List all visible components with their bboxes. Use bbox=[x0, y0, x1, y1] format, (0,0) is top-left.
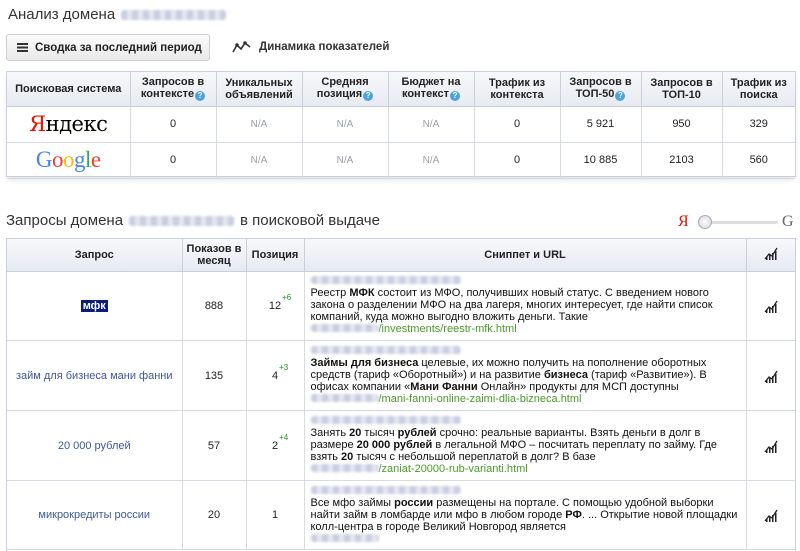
chart-icon[interactable] bbox=[764, 246, 778, 261]
graph-cell bbox=[746, 410, 795, 481]
blurred-snippet-title[interactable] bbox=[310, 485, 461, 494]
col-header-query: Запрос bbox=[7, 239, 183, 272]
query-link[interactable]: микрокредиты россии bbox=[38, 509, 150, 521]
col-header-top10: Запросов в ТОП-10 bbox=[641, 72, 723, 107]
chart-icon[interactable] bbox=[764, 299, 778, 313]
col-header-position: Позиция bbox=[246, 239, 305, 272]
snippet-text: Реестр МФК состоит из МФО, получивших но… bbox=[310, 287, 713, 324]
snippet-cell: Все мфо займы россии размещены на портал… bbox=[304, 480, 747, 550]
col-header-avg-position: Средняя позиция? bbox=[302, 72, 389, 107]
snippet-url[interactable]: /investments/reestr-mfk.html bbox=[310, 323, 740, 335]
blurred-snippet-title[interactable] bbox=[310, 346, 461, 354]
slider-track[interactable] bbox=[702, 221, 778, 224]
blurred-domain bbox=[121, 10, 227, 21]
query-link[interactable]: мфк bbox=[80, 299, 108, 312]
help-icon[interactable]: ? bbox=[450, 91, 461, 102]
summary-table: Поисковая система Запросов в контексте? … bbox=[6, 71, 796, 179]
col-header-unique-ads: Уникальных объявлений bbox=[216, 72, 303, 107]
snippet-url[interactable] bbox=[310, 533, 740, 545]
query-cell: займ для бизнеса мани фанни bbox=[7, 340, 183, 411]
position-cell: 1 bbox=[246, 480, 305, 550]
col-header-context-queries: Запросов в контексте? bbox=[130, 72, 217, 107]
col-header-engine: Поисковая система bbox=[7, 72, 131, 107]
slider-handle[interactable] bbox=[698, 215, 712, 229]
snippet-text: Занять 20 тысяч рублей срочно: реальные … bbox=[310, 427, 718, 463]
blurred-domain bbox=[310, 464, 379, 472]
snippet-url[interactable]: /zaniat-20000-rub-varianti.html bbox=[310, 463, 740, 475]
yandex-slider-label: Я bbox=[678, 213, 689, 230]
snippet-cell: Занять 20 тысяч рублей срочно: реальные … bbox=[304, 410, 747, 481]
blurred-snippet-title[interactable] bbox=[310, 276, 461, 285]
blurred-domain bbox=[310, 394, 379, 402]
google-slider-label: G bbox=[782, 213, 794, 230]
shows-cell: 57 bbox=[182, 410, 247, 481]
position-value: 1 bbox=[271, 509, 279, 521]
help-icon[interactable]: ? bbox=[615, 91, 626, 102]
help-icon[interactable]: ? bbox=[195, 91, 206, 102]
snippet-text: Все мфо займы россии размещены на портал… bbox=[310, 496, 738, 533]
query-link[interactable]: 20 000 рублей bbox=[58, 440, 131, 452]
help-icon[interactable]: ? bbox=[363, 91, 374, 102]
table-row: Google 0 N/A N/A N/A 0 10 885 2103 560 bbox=[7, 142, 795, 179]
col-header-context-traffic: Трафик из контекста bbox=[474, 72, 561, 107]
table-row: микрокредиты россии 20 1 Все мфо займы росс… bbox=[7, 480, 795, 550]
graph-cell bbox=[746, 271, 795, 341]
trend-icon bbox=[232, 41, 251, 53]
col-header-graph bbox=[746, 239, 795, 272]
section-title: Запросы домена в поисковой выдаче bbox=[6, 212, 380, 229]
snippet-cell: Займы для бизнеса целевые, их можно полу… bbox=[304, 340, 747, 411]
position-value: 2 +4 bbox=[271, 432, 289, 452]
table-row: мфк 888 12 +6 Реестр МФК состоит из МФО, пол… bbox=[7, 271, 795, 341]
table-row: займ для бизнеса мани фанни 135 4 +3 Займы д… bbox=[7, 340, 795, 411]
col-header-shows: Показов в месяц bbox=[182, 239, 247, 272]
blurred-domain bbox=[310, 533, 379, 542]
snippet-text: Займы для бизнеса целевые, их можно полу… bbox=[310, 357, 707, 393]
col-header-top50: Запросов в ТОП-50? bbox=[560, 72, 642, 107]
chart-icon[interactable] bbox=[764, 369, 778, 383]
position-delta: +4 bbox=[279, 432, 289, 442]
table-row: Яндекс 0 N/A N/A N/A 0 5 921 950 329 bbox=[7, 106, 795, 143]
snippet-url[interactable]: /mani-fanni-online-zaimi-dlia-bizneca.ht… bbox=[310, 393, 740, 405]
list-icon bbox=[17, 43, 28, 52]
page-title: Анализ домена bbox=[8, 6, 227, 23]
query-cell: мфк bbox=[7, 271, 183, 341]
graph-cell bbox=[746, 480, 795, 550]
engine-slider[interactable]: Я G bbox=[672, 212, 796, 232]
snippet-cell: Реестр МФК состоит из МФО, получивших но… bbox=[304, 271, 747, 341]
position-cell: 12 +6 bbox=[246, 271, 305, 341]
query-link[interactable]: займ для бизнеса мани фанни bbox=[16, 370, 173, 382]
google-logo: Google bbox=[7, 142, 131, 179]
tab-dynamics[interactable]: Динамика показателей bbox=[232, 38, 389, 56]
queries-table: Запрос Показов в месяц Позиция Сниппет и… bbox=[6, 238, 796, 551]
position-delta: +6 bbox=[282, 292, 292, 302]
position-cell: 2 +4 bbox=[246, 410, 305, 481]
blurred-domain bbox=[310, 324, 379, 333]
table-row: 20 000 рублей 57 2 +4 Занять 20 тысяч рублей… bbox=[7, 410, 795, 481]
blurred-domain bbox=[129, 216, 235, 227]
query-cell: микрокредиты россии bbox=[7, 480, 183, 550]
col-header-snippet: Сниппет и URL bbox=[304, 239, 747, 272]
graph-cell bbox=[746, 340, 795, 411]
query-cell: 20 000 рублей bbox=[7, 410, 183, 481]
position-delta: +3 bbox=[279, 362, 289, 372]
position-cell: 4 +3 bbox=[246, 340, 305, 411]
position-value: 12 +6 bbox=[268, 292, 292, 312]
chart-icon[interactable] bbox=[764, 439, 778, 453]
shows-cell: 135 bbox=[182, 340, 247, 411]
yandex-logo: Яндекс bbox=[7, 106, 131, 143]
shows-cell: 20 bbox=[182, 480, 247, 550]
chart-icon[interactable] bbox=[764, 508, 778, 522]
shows-cell: 888 bbox=[182, 271, 247, 341]
position-value: 4 +3 bbox=[271, 362, 289, 382]
tab-summary[interactable]: Сводка за последний период bbox=[6, 34, 210, 61]
col-header-search-traffic: Трафик из поиска bbox=[722, 72, 795, 107]
blurred-snippet-title[interactable] bbox=[310, 416, 461, 424]
col-header-budget: Бюджет на контекст? bbox=[388, 72, 475, 107]
